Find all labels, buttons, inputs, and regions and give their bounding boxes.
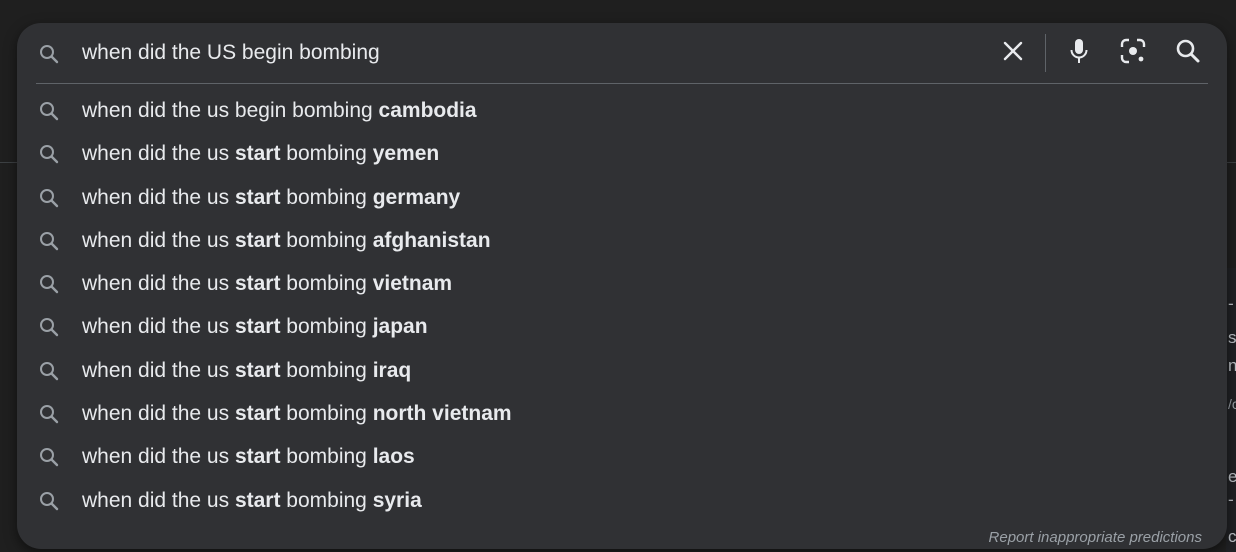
suggestion-text: when did the us start bombing north viet… (82, 402, 512, 426)
suggestion-text: when did the us start bombing iraq (82, 358, 412, 382)
background-text-fragment: /c (1228, 396, 1236, 412)
suggestion-text: when did the us start bombing japan (82, 315, 428, 339)
search-icon (37, 445, 61, 469)
search-input[interactable]: when did the US begin bombing (82, 40, 380, 66)
search-submit-button[interactable] (1171, 36, 1205, 70)
suggestion-text: when did the us start bombing afghanista… (82, 228, 491, 252)
suggestion-item[interactable]: when did the us start bombing syria (17, 479, 1227, 522)
search-icon (1174, 37, 1202, 70)
suggestion-item[interactable]: when did the us begin bombing cambodia (17, 89, 1227, 132)
search-icon (37, 359, 61, 383)
close-icon (1001, 39, 1025, 68)
suggestion-item[interactable]: when did the us start bombing north viet… (17, 392, 1227, 435)
search-icon (37, 402, 61, 426)
suggestion-item[interactable]: when did the us start bombing afghanista… (17, 219, 1227, 262)
suggestion-text: when did the us start bombing laos (82, 445, 415, 469)
voice-search-button[interactable] (1062, 36, 1096, 70)
camera-lens-icon (1119, 37, 1147, 70)
report-predictions-link[interactable]: Report inappropriate predictions (989, 529, 1202, 546)
search-icon (37, 142, 61, 166)
search-by-image-button[interactable] (1116, 36, 1150, 70)
suggestion-text: when did the us begin bombing cambodia (82, 99, 477, 122)
suggestion-item[interactable]: when did the us start bombing japan (17, 305, 1227, 348)
search-box-divider (36, 83, 1208, 84)
toolbar-divider (1045, 34, 1046, 72)
suggestion-item[interactable]: when did the us start bombing iraq (17, 349, 1227, 392)
microphone-icon (1067, 37, 1091, 70)
background-text-fragment: - (1228, 490, 1234, 509)
suggestion-item[interactable]: when did the us start bombing laos (17, 435, 1227, 478)
suggestion-text: when did the us start bombing yemen (82, 142, 440, 166)
clear-search-button[interactable] (998, 38, 1028, 68)
suggestion-text: when did the us start bombing syria (82, 488, 422, 512)
suggestion-list: when did the us begin bombing cambodia w… (17, 89, 1227, 522)
background-text-fragment: s (1228, 328, 1236, 347)
suggestion-item[interactable]: when did the us start bombing germany (17, 176, 1227, 219)
search-suggestions-panel: when did the US begin bombing when did t… (17, 23, 1227, 549)
search-icon (37, 229, 61, 253)
search-box: when did the US begin bombing (17, 23, 1227, 83)
search-icon (37, 315, 61, 339)
search-icon (37, 489, 61, 513)
background-text-fragment: n (1228, 356, 1236, 375)
background-text-fragment: co (1228, 527, 1236, 546)
search-icon (37, 186, 61, 210)
search-icon (37, 272, 61, 296)
background-text-fragment: e (1228, 467, 1236, 486)
page: - s n /c e - co when did the US begin bo… (0, 0, 1236, 552)
search-icon (37, 42, 61, 66)
suggestion-text: when did the us start bombing vietnam (82, 272, 453, 296)
suggestion-item[interactable]: when did the us start bombing vietnam (17, 262, 1227, 305)
suggestion-item[interactable]: when did the us start bombing yemen (17, 132, 1227, 175)
background-text-fragment: - (1228, 294, 1234, 313)
suggestion-text: when did the us start bombing germany (82, 185, 461, 209)
search-icon (37, 99, 61, 123)
